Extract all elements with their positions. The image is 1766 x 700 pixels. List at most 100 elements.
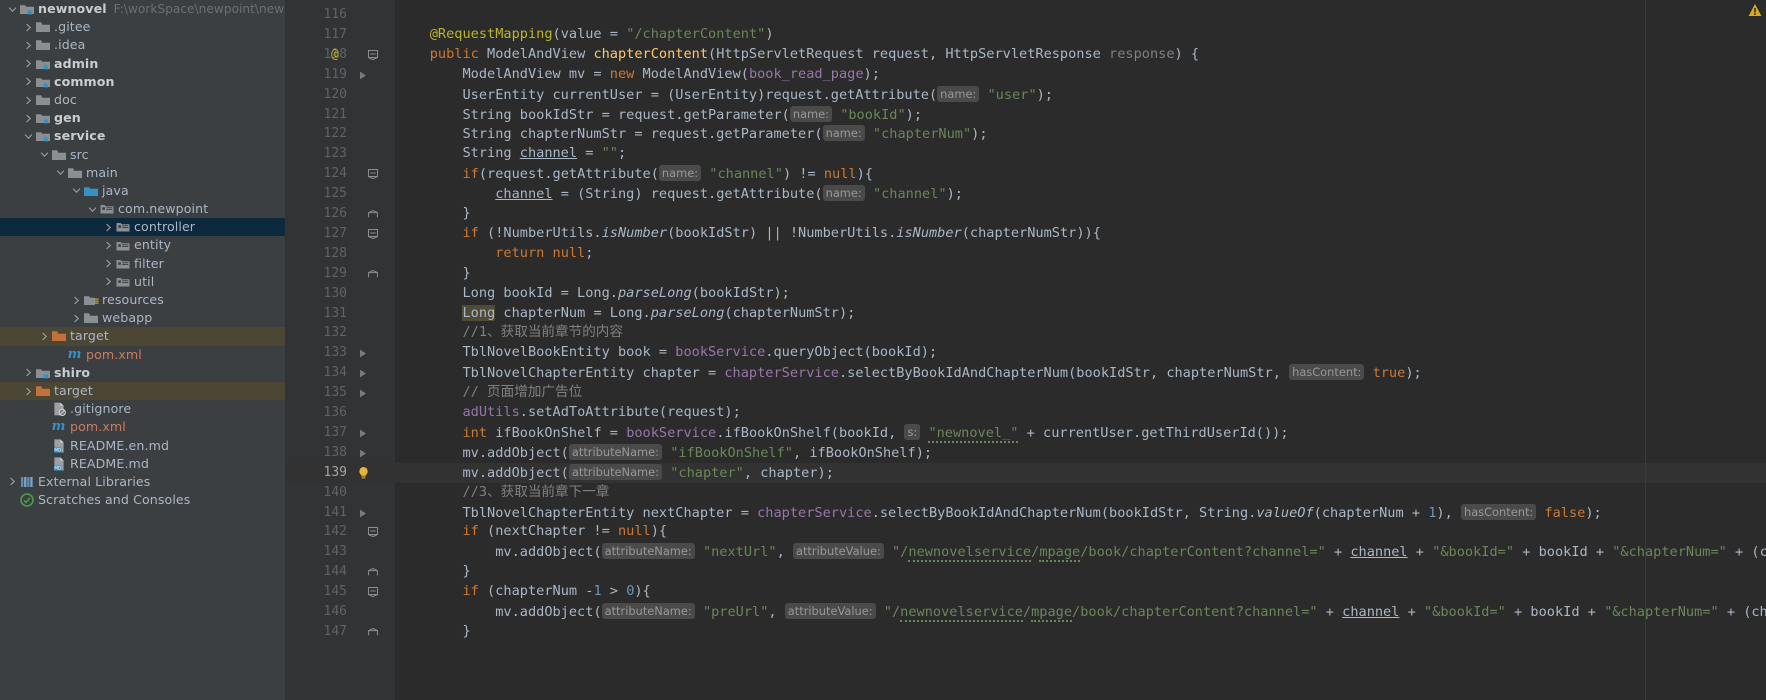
tree-row[interactable]: Scratches and Consoles [0,491,285,509]
editor-line[interactable]: 147 } [285,622,1766,642]
line-code[interactable]: //1、获取当前章节的内容 [397,323,1766,343]
editor-line[interactable]: 120 UserEntity currentUser = (UserEntity… [285,85,1766,105]
line-code[interactable]: String chapterNumStr = request.getParame… [397,124,1766,145]
line-code[interactable]: if (nextChapter != null){ [397,522,1766,542]
chevron-right-icon[interactable] [22,364,34,382]
tree-row[interactable]: MD README.md [0,455,285,473]
line-gutter-icons[interactable] [351,562,385,582]
tree-row[interactable]: MD README.en.md [0,437,285,455]
editor-line[interactable]: 140 //3、获取当前章下一章 [285,483,1766,503]
tree-row[interactable]: .gitee [0,18,285,36]
editor-line[interactable]: 146 mv.addObject(attributeName: "preUrl"… [285,602,1766,622]
editor-line[interactable]: 135 // 页面增加广告位 [285,383,1766,403]
warning-triangle-icon[interactable] [1748,3,1762,17]
line-code[interactable]: Long bookId = Long.parseLong(bookIdStr); [397,284,1766,304]
line-gutter-icons[interactable] [351,542,385,562]
line-code[interactable]: mv.addObject(attributeName: "nextUrl", a… [397,542,1766,563]
chevron-down-icon[interactable] [86,200,98,218]
line-code[interactable]: // 页面增加广告位 [397,383,1766,403]
editor-line[interactable]: 144 } [285,562,1766,582]
line-gutter-icons[interactable] [351,184,385,204]
chevron-down-icon[interactable] [70,182,82,200]
line-code[interactable]: ModelAndView mv = new ModelAndView(book_… [397,65,1766,85]
line-gutter-icons[interactable] [351,244,385,264]
line-gutter-icons[interactable] [351,25,385,45]
line-code[interactable]: } [397,264,1766,284]
line-code[interactable]: //3、获取当前章下一章 [397,483,1766,503]
tree-row[interactable]: controller [0,218,285,237]
line-gutter-icons[interactable] [351,423,385,443]
line-code[interactable]: Long chapterNum = Long.parseLong(chapter… [397,304,1766,324]
editor-line[interactable]: 126 } [285,204,1766,224]
chevron-right-icon[interactable] [70,291,82,309]
chevron-down-icon[interactable] [6,0,18,18]
editor-line[interactable]: 141 TblNovelChapterEntity nextChapter = … [285,503,1766,523]
tree-row[interactable]: External Libraries [0,473,285,491]
tree-row[interactable]: .idea [0,36,285,54]
editor-line[interactable]: 124 if(request.getAttribute(name: "chann… [285,164,1766,184]
line-gutter-icons[interactable]: @ [331,45,385,65]
editor-line[interactable]: 116 [285,5,1766,25]
chevron-right-icon[interactable] [22,18,34,36]
line-gutter-icons[interactable] [351,5,385,25]
tree-row[interactable]: common [0,73,285,91]
tree-row[interactable]: webapp [0,309,285,327]
line-code[interactable]: adUtils.setAdToAttribute(request); [397,403,1766,423]
line-code[interactable]: } [397,622,1766,642]
chevron-right-icon[interactable] [102,218,114,236]
line-code[interactable]: String channel = ""; [397,144,1766,164]
tree-row[interactable]: main [0,164,285,182]
editor-line[interactable]: 117 @RequestMapping(value = "/chapterCon… [285,25,1766,45]
line-gutter-icons[interactable] [351,503,385,523]
line-code[interactable]: if (chapterNum -1 > 0){ [397,582,1766,602]
line-gutter-icons[interactable] [351,443,385,463]
line-gutter-icons[interactable] [351,144,385,164]
tree-row[interactable]: com.newpoint [0,200,285,218]
line-gutter-icons[interactable] [351,522,385,542]
line-gutter-icons[interactable] [351,343,385,363]
tree-row[interactable]: shiro [0,364,285,382]
line-gutter-icons[interactable] [351,602,385,622]
line-gutter-icons[interactable] [351,383,385,403]
chevron-right-icon[interactable] [102,273,114,291]
tree-row[interactable]: target [0,381,285,401]
chevron-right-icon[interactable] [102,255,114,273]
tree-row[interactable]: src [0,146,285,164]
line-gutter-icons[interactable] [351,264,385,284]
line-code[interactable]: public ModelAndView chapterContent(HttpS… [397,45,1766,65]
tree-row[interactable]: admin [0,55,285,73]
line-code[interactable]: } [397,204,1766,224]
line-gutter-icons[interactable] [351,463,385,483]
chevron-right-icon[interactable] [22,382,34,400]
tree-row[interactable]: entity [0,236,285,254]
line-gutter-icons[interactable] [351,363,385,383]
line-code[interactable]: if (!NumberUtils.isNumber(bookIdStr) || … [397,224,1766,244]
tree-row[interactable]: target [0,327,285,346]
line-code[interactable]: mv.addObject(attributeName: "ifBookOnShe… [397,443,1766,464]
line-gutter-icons[interactable] [351,124,385,144]
tree-row[interactable]: java [0,182,285,200]
tree-row[interactable]: gen [0,109,285,127]
editor-line[interactable]: 138 mv.addObject(attributeName: "ifBookO… [285,443,1766,463]
chevron-right-icon[interactable] [6,473,18,491]
tree-row[interactable]: .gitignore [0,400,285,418]
editor-line[interactable]: 121 String bookIdStr = request.getParame… [285,105,1766,125]
editor-line[interactable]: 145 if (chapterNum -1 > 0){ [285,582,1766,602]
line-gutter-icons[interactable] [351,105,385,125]
editor-line[interactable]: 128 return null; [285,244,1766,264]
editor-line[interactable]: 143 mv.addObject(attributeName: "nextUrl… [285,542,1766,563]
editor-line[interactable]: 127 if (!NumberUtils.isNumber(bookIdStr)… [285,224,1766,244]
line-code[interactable]: @RequestMapping(value = "/chapterContent… [397,25,1766,45]
line-gutter-icons[interactable] [351,304,385,324]
editor-line[interactable]: 132 //1、获取当前章节的内容 [285,323,1766,343]
tree-row[interactable]: m pom.xml [0,418,285,436]
line-gutter-icons[interactable] [351,403,385,423]
editor-line[interactable]: 125 channel = (String) request.getAttrib… [285,184,1766,204]
line-code[interactable]: channel = (String) request.getAttribute(… [397,184,1766,205]
chevron-down-icon[interactable] [38,146,50,164]
tree-row[interactable]: util [0,273,285,291]
tree-row[interactable]: resources [0,291,285,309]
editor-line[interactable]: 142 if (nextChapter != null){ [285,522,1766,542]
chevron-right-icon[interactable] [22,36,34,54]
editor-line[interactable]: 139 mv.addObject(attributeName: "chapter… [285,462,1766,483]
